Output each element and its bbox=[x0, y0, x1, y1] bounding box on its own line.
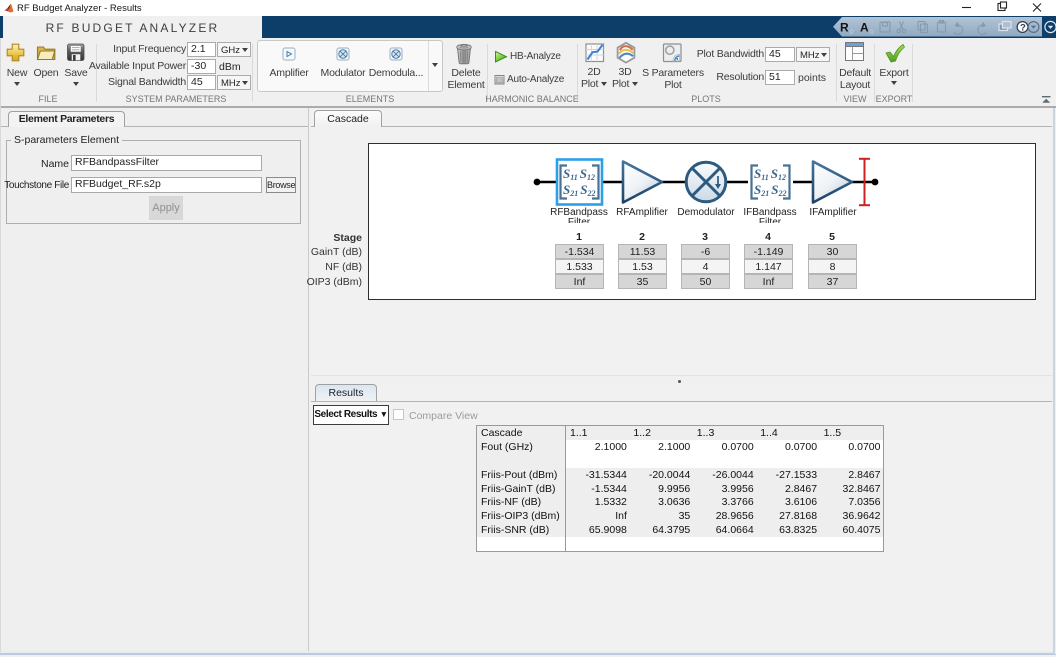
svg-text:?: ? bbox=[1020, 22, 1026, 33]
svg-text:☆: ☆ bbox=[849, 28, 855, 36]
svg-text:☆: ☆ bbox=[869, 28, 875, 36]
